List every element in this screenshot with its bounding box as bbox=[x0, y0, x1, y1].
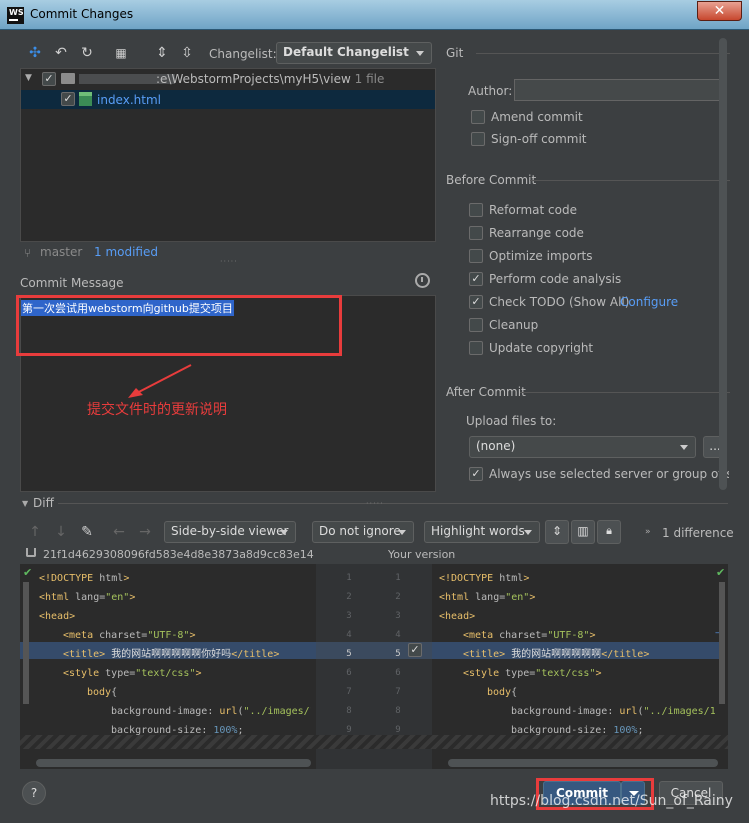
lock-icon[interactable]: 🔒︎ bbox=[597, 520, 621, 544]
annotation-arrow bbox=[128, 364, 192, 398]
file-checkbox[interactable]: ✓ bbox=[61, 92, 75, 106]
right-h-scrollbar[interactable] bbox=[448, 759, 718, 767]
expand-all-icon[interactable]: ⇕ bbox=[153, 44, 171, 62]
cleanup-label[interactable]: Cleanup bbox=[489, 318, 538, 332]
edit-source-icon[interactable]: ✎ bbox=[78, 523, 96, 541]
annotation-text: 提交文件时的更新说明 bbox=[87, 402, 227, 418]
upload-label: Upload files to: bbox=[466, 414, 557, 428]
signoff-label[interactable]: Sign-off commit bbox=[491, 132, 587, 146]
divider bbox=[476, 53, 730, 54]
right-code: <!DOCTYPE html> <html lang="en"> <head> … bbox=[439, 573, 715, 736]
configure-link[interactable]: Configure bbox=[620, 295, 678, 309]
watermark: https://blog.csdn.net/Sun_of_Rainy bbox=[490, 793, 733, 809]
check-icon: ✔ bbox=[716, 566, 726, 579]
after-commit-title: After Commit bbox=[446, 385, 526, 399]
cleanup-checkbox[interactable] bbox=[469, 318, 483, 332]
window-title: Commit Changes bbox=[30, 7, 134, 21]
changelist-select[interactable]: Default Changelist bbox=[276, 42, 432, 64]
amend-label[interactable]: Amend commit bbox=[491, 110, 583, 124]
copyright-label[interactable]: Update copyright bbox=[489, 341, 593, 355]
splitter-handle[interactable]: ····· bbox=[366, 499, 384, 508]
right-line-numbers: 123456789 bbox=[395, 573, 401, 735]
divider bbox=[520, 392, 730, 393]
code-analysis-label[interactable]: Perform code analysis bbox=[489, 272, 621, 286]
back-icon[interactable]: ← bbox=[110, 523, 128, 541]
left-code: <!DOCTYPE html> <html lang="en"> <head> … bbox=[39, 573, 311, 736]
collapse-all-icon[interactable]: ⇳ bbox=[178, 44, 196, 62]
always-use-checkbox[interactable]: ✓ bbox=[469, 467, 483, 481]
diff-title: Diff bbox=[33, 496, 54, 510]
whitespace-select[interactable]: Do not ignore bbox=[312, 521, 414, 543]
highlight-select[interactable]: Highlight words bbox=[424, 521, 540, 543]
forward-icon[interactable]: → bbox=[136, 523, 154, 541]
upload-select[interactable]: (none) bbox=[469, 436, 696, 458]
difference-count: 1 difference bbox=[662, 526, 734, 540]
check-icon: ✔ bbox=[23, 566, 33, 579]
signoff-checkbox[interactable] bbox=[471, 132, 485, 146]
git-section-title: Git bbox=[446, 46, 464, 60]
prev-diff-icon[interactable]: ↑ bbox=[26, 523, 44, 541]
copyright-checkbox[interactable] bbox=[469, 341, 483, 355]
options-scrollbar[interactable] bbox=[719, 38, 727, 490]
rollback-icon[interactable]: ↶ bbox=[52, 44, 70, 62]
check-todo-label[interactable]: Check TODO (Show All) bbox=[489, 295, 629, 309]
help-button[interactable]: ? bbox=[22, 781, 46, 805]
show-diff-icon[interactable]: ✣ bbox=[26, 44, 44, 62]
amend-checkbox[interactable] bbox=[471, 110, 485, 124]
before-commit-title: Before Commit bbox=[446, 173, 537, 187]
commit-message-label: Commit Message bbox=[20, 276, 124, 290]
chevron-right-icon: » bbox=[645, 527, 651, 537]
left-line-numbers: 123456789 bbox=[346, 573, 352, 735]
refresh-icon[interactable]: ↻ bbox=[78, 44, 96, 62]
author-label: Author: bbox=[468, 84, 513, 98]
optimize-label[interactable]: Optimize imports bbox=[489, 249, 593, 263]
author-input[interactable] bbox=[514, 79, 723, 101]
collapse-unchanged-icon[interactable]: ⇕ bbox=[545, 520, 569, 544]
close-button[interactable]: ✕ bbox=[697, 1, 742, 21]
include-change-checkbox[interactable]: ✓ bbox=[408, 643, 422, 657]
optimize-checkbox[interactable] bbox=[469, 249, 483, 263]
left-h-scrollbar[interactable] bbox=[36, 759, 311, 767]
next-diff-icon[interactable]: ↓ bbox=[52, 523, 70, 541]
file-name[interactable]: index.html bbox=[97, 93, 161, 107]
root-checkbox[interactable]: ✓ bbox=[42, 72, 56, 86]
rearrange-checkbox[interactable] bbox=[469, 226, 483, 240]
annotation-box bbox=[16, 295, 342, 356]
sync-scroll-icon[interactable]: ▥ bbox=[571, 520, 595, 544]
changelist-label: Changelist: bbox=[209, 47, 277, 61]
code-analysis-checkbox[interactable]: ✓ bbox=[469, 272, 483, 286]
your-version-label: Your version bbox=[388, 548, 456, 561]
webstorm-logo-icon: WS bbox=[7, 7, 24, 24]
divider bbox=[530, 180, 730, 181]
lock-icon bbox=[26, 548, 36, 557]
rearrange-label[interactable]: Rearrange code bbox=[489, 226, 584, 240]
left-scrollbar[interactable] bbox=[23, 582, 29, 704]
right-scrollbar[interactable] bbox=[719, 582, 725, 704]
branch-icon: ⑂ bbox=[24, 246, 32, 260]
reformat-checkbox[interactable] bbox=[469, 203, 483, 217]
root-path: :e\WebstormProjects\myH5\view 1 file bbox=[156, 72, 385, 86]
viewer-select[interactable]: Side-by-side viewer bbox=[164, 521, 296, 543]
modified-count[interactable]: 1 modified bbox=[94, 245, 158, 259]
splitter-handle[interactable]: ····· bbox=[220, 257, 238, 266]
changes-tree: ▼ ✓ :e\WebstormProjects\myH5\view 1 file… bbox=[20, 68, 436, 242]
check-todo-checkbox[interactable]: ✓ bbox=[469, 295, 483, 309]
commit-hash: 21f1d4629308096fd583e4d8e3873a8d9cc83e14 bbox=[43, 548, 314, 561]
group-by-icon[interactable]: ▦ bbox=[112, 44, 130, 62]
folder-icon bbox=[61, 73, 75, 84]
divider bbox=[58, 503, 728, 504]
reformat-label[interactable]: Reformat code bbox=[489, 203, 577, 217]
change-marker: – bbox=[715, 628, 720, 638]
chevron-down-icon[interactable]: ▼ bbox=[22, 499, 28, 508]
chevron-down-icon[interactable]: ▼ bbox=[25, 73, 32, 83]
branch-name: master bbox=[40, 245, 83, 259]
history-icon[interactable] bbox=[415, 273, 430, 288]
always-use-label[interactable]: Always use selected server or group of s… bbox=[489, 467, 729, 481]
html-file-icon bbox=[79, 92, 92, 106]
